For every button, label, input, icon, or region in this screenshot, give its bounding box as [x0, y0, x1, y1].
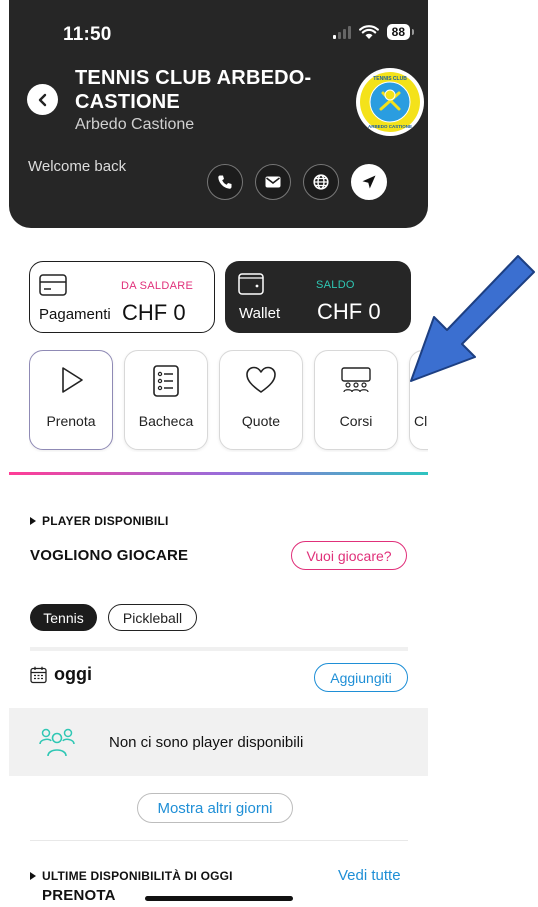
mail-button[interactable] — [255, 164, 291, 200]
heart-icon — [246, 366, 276, 393]
payments-amount: CHF 0 — [122, 300, 186, 325]
credit-card-icon — [39, 274, 67, 296]
wallet-icon — [238, 273, 264, 295]
action-quote[interactable]: Quote — [219, 350, 303, 450]
directions-button[interactable] — [351, 164, 387, 200]
collapse-triangle-icon — [30, 872, 36, 880]
calendar-icon — [30, 666, 47, 683]
club-name: TENNIS CLUB ARBEDO-CASTIONE — [75, 67, 312, 113]
status-bar-icons: 88 — [332, 24, 415, 40]
classroom-icon — [341, 367, 371, 393]
players-section-label: PLAYER DISPONIBILI — [30, 514, 169, 528]
no-players-box: Non ci sono player disponibili — [9, 708, 428, 776]
action-label: Corsi — [339, 413, 373, 429]
tennis-club-logo-icon: TENNIS CLUB ARBEDO CASTIONE — [360, 72, 420, 132]
club-logo: TENNIS CLUB ARBEDO CASTIONE — [356, 68, 424, 136]
play-icon — [62, 367, 83, 393]
home-indicator[interactable] — [145, 896, 293, 901]
sport-tab-tennis[interactable]: Tennis — [30, 604, 97, 631]
svg-text:ARBEDO CASTIONE: ARBEDO CASTIONE — [368, 124, 412, 129]
wallet-card[interactable]: SALDO Wallet CHF 0 — [225, 261, 411, 333]
today-header: oggi — [30, 664, 92, 685]
mail-icon — [265, 176, 281, 188]
club-city: Arbedo Castione — [75, 116, 195, 133]
collapse-triangle-icon — [30, 517, 36, 525]
wallet-label: Wallet — [239, 305, 281, 322]
quick-actions: Prenota Bacheca Quote Corsi Cl — [29, 350, 428, 452]
want-to-play-button[interactable]: Vuoi giocare? — [291, 541, 407, 570]
wifi-icon — [358, 24, 379, 39]
show-more-days-button[interactable]: Mostra altri giorni — [137, 793, 293, 823]
navigation-icon — [362, 175, 376, 189]
section-divider-gradient — [9, 472, 428, 475]
payments-tag: DA SALDARE — [121, 280, 194, 292]
phone-button[interactable] — [207, 164, 243, 200]
see-all-link[interactable]: Vedi tutte — [338, 867, 401, 884]
list-icon — [153, 365, 179, 397]
club-header: 11:50 88 TENNIS CLUB ARBEDO-CASTIONE Arb… — [9, 0, 428, 228]
availability-section-label: ULTIME DISPONIBILITÀ DI OGGI — [30, 869, 233, 883]
action-corsi[interactable]: Corsi — [314, 350, 398, 450]
svg-text:TENNIS CLUB: TENNIS CLUB — [373, 76, 407, 82]
payments-label: Pagamenti — [39, 306, 111, 323]
add-me-button[interactable]: Aggiungiti — [314, 663, 408, 692]
globe-icon — [313, 174, 329, 190]
battery-icon: 88 — [386, 24, 415, 40]
action-prenota[interactable]: Prenota — [29, 350, 113, 450]
action-label: Quote — [241, 413, 281, 429]
status-time: 11:50 — [63, 24, 112, 45]
divider — [30, 840, 408, 841]
annotation-arrow-icon — [410, 255, 535, 382]
signal-icon — [332, 25, 351, 39]
back-button[interactable] — [27, 84, 58, 115]
payments-card[interactable]: DA SALDARE Pagamenti CHF 0 — [29, 261, 215, 333]
players-title: VOGLIONO GIOCARE — [30, 547, 189, 564]
chevron-left-icon — [38, 93, 46, 106]
no-players-text: Non ci sono player disponibili — [109, 734, 304, 751]
website-button[interactable] — [303, 164, 339, 200]
welcome-text: Welcome back — [28, 158, 127, 175]
group-icon — [39, 728, 75, 757]
today-label: oggi — [54, 664, 92, 684]
wallet-tag: SALDO — [316, 279, 355, 291]
wallet-amount: CHF 0 — [317, 299, 381, 324]
action-label: Bacheca — [138, 413, 194, 429]
availability-title: PRENOTA — [42, 887, 116, 904]
action-bacheca[interactable]: Bacheca — [124, 350, 208, 450]
action-label: Cl — [414, 413, 428, 429]
action-label: Prenota — [46, 413, 96, 429]
phone-icon — [218, 175, 232, 189]
divider — [30, 647, 408, 651]
sport-tab-pickleball[interactable]: Pickleball — [108, 604, 197, 631]
contact-buttons — [207, 164, 387, 200]
